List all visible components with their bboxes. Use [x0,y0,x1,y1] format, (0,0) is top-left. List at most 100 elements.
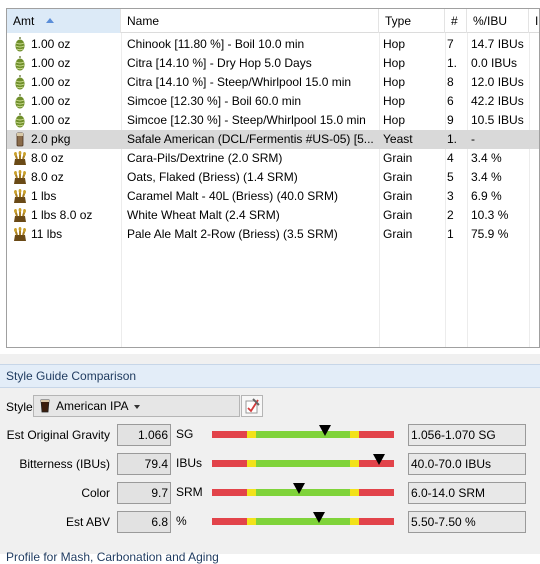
table-row[interactable]: 11 lbs Pale Ale Malt 2-Row (Briess) (3.5 … [7,225,539,244]
stat-unit: SG [176,427,194,441]
sort-ascending-icon [46,18,55,23]
name-cell: Citra [14.10 %] - Steep/Whirlpool 15.0 m… [127,75,352,89]
range-segment [350,489,360,496]
chevron-down-icon [134,405,140,409]
stat-value: 1.066 [117,424,171,446]
style-guide-panel: Style Guide Comparison Style American IP… [0,354,540,564]
range-segment [255,518,351,525]
table-row[interactable]: 1.00 oz Simcoe [12.30 %] - Steep/Whirlpoo… [7,111,539,130]
edit-style-button[interactable] [241,395,263,417]
name-cell: Chinook [11.80 %] - Boil 10.0 min [127,37,305,51]
ibu-cell: 6.9 % [471,189,502,203]
amount-cell: 1.00 oz [11,92,121,111]
column-header-num[interactable]: # [445,9,467,33]
ibu-cell: 42.2 IBUs [471,94,524,108]
table-header: Amt Name Type # %/IBU In [7,9,539,33]
number-cell: 1. [447,132,458,146]
column-header-in[interactable]: In [529,9,539,33]
type-cell: Grain [383,151,413,165]
amount-text: 2.0 pkg [31,132,71,146]
beer-glass-icon [40,399,50,413]
table-row[interactable]: 1 lbs 8.0 oz White Wheat Malt (2.4 SRM) Gr… [7,206,539,225]
name-cell: Citra [14.10 %] - Dry Hop 5.0 Days [127,56,312,70]
amount-cell: 11 lbs [11,225,121,244]
ibu-cell: 10.3 % [471,208,509,222]
style-range: 40.0-70.0 IBUs [408,453,526,475]
table-row[interactable]: 1.00 oz Citra [14.10 %] - Steep/Whirlpool… [7,73,539,92]
table-row[interactable]: 1.00 oz Chinook [11.80 %] - Boil 10.0 min… [7,35,539,54]
range-segment [212,489,247,496]
type-cell: Grain [383,189,413,203]
name-cell: Simcoe [12.30 %] - Steep/Whirlpool 15.0 … [127,113,366,127]
amount-text: 1.00 oz [31,56,71,70]
type-cell: Hop [383,94,406,108]
amount-text: 1 lbs [31,189,57,203]
range-segment [246,518,256,525]
name-cell: White Wheat Malt (2.4 SRM) [127,208,280,222]
range-segment [255,431,351,438]
range-segment [212,460,247,467]
amount-text: 11 lbs [31,227,63,241]
style-range: 5.50-7.50 % [408,511,526,533]
style-dropdown[interactable]: American IPA [33,395,240,417]
type-cell: Grain [383,227,413,241]
range-bar [212,425,394,438]
style-range: 6.0-14.0 SRM [408,482,526,504]
column-header-name[interactable]: Name [121,9,379,33]
range-segment [212,431,247,438]
range-segment [246,431,256,438]
range-segment [212,518,247,525]
range-segment [350,431,360,438]
edit-icon [245,398,260,414]
table-row[interactable]: 8.0 oz Oats, Flaked (Briess) (1.4 SRM) Gra… [7,168,539,187]
name-cell: Caramel Malt - 40L (Briess) (40.0 SRM) [127,189,338,203]
type-cell: Hop [383,37,406,51]
style-dropdown-value: American IPA [56,399,129,413]
amount-cell: 1 lbs [11,187,121,206]
range-segment [359,518,394,525]
number-cell: 8 [447,75,454,89]
amount-cell: 2.0 pkg [11,130,121,149]
stat-value: 79.4 [117,453,171,475]
range-segment [359,489,394,496]
ingredient-table[interactable]: Amt Name Type # %/IBU In 1.00 oz Chinook … [6,8,540,348]
amount-text: 1.00 oz [31,37,71,51]
table-row[interactable]: 1.00 oz Simcoe [12.30 %] - Boil 60.0 min H… [7,92,539,111]
stat-unit: SRM [176,485,203,499]
marker-icon [373,454,386,465]
type-cell: Grain [383,208,413,222]
range-segment [255,460,351,467]
amount-text: 1.00 oz [31,94,71,108]
name-cell: Pale Ale Malt 2-Row (Briess) (3.5 SRM) [127,227,338,241]
column-header-amt[interactable]: Amt [7,9,121,33]
table-row[interactable]: 2.0 pkg Safale American (DCL/Fermentis #U… [7,130,539,149]
column-header-ibu[interactable]: %/IBU [467,9,529,33]
amount-text: 8.0 oz [31,170,64,184]
table-row[interactable]: 8.0 oz Cara-Pils/Dextrine (2.0 SRM) Grain 4… [7,149,539,168]
type-cell: Hop [383,56,406,70]
amount-cell: 1 lbs 8.0 oz [11,206,121,225]
ibu-cell: 10.5 IBUs [471,113,524,127]
number-cell: 4 [447,151,454,165]
amount-cell: 1.00 oz [11,54,121,73]
range-segment [246,489,256,496]
name-cell: Oats, Flaked (Briess) (1.4 SRM) [127,170,298,184]
ibu-cell: 0.0 IBUs [471,56,518,70]
amount-text: 8.0 oz [31,151,64,165]
column-header-type[interactable]: Type [379,9,445,33]
table-row[interactable]: 1 lbs Caramel Malt - 40L (Briess) (40.0 S… [7,187,539,206]
name-cell: Cara-Pils/Dextrine (2.0 SRM) [127,151,283,165]
number-cell: 1. [447,56,458,70]
number-cell: 2 [447,208,454,222]
marker-icon [318,425,331,436]
range-segment [359,431,394,438]
type-cell: Grain [383,170,413,184]
table-row[interactable]: 1.00 oz Citra [14.10 %] - Dry Hop 5.0 Day… [7,54,539,73]
number-cell: 7 [447,37,454,51]
range-segment [246,460,256,467]
amount-text: 1.00 oz [31,113,71,127]
style-label: Style [6,400,33,414]
amount-cell: 8.0 oz [11,168,121,187]
type-cell: Hop [383,113,406,127]
ibu-cell: - [471,132,475,146]
